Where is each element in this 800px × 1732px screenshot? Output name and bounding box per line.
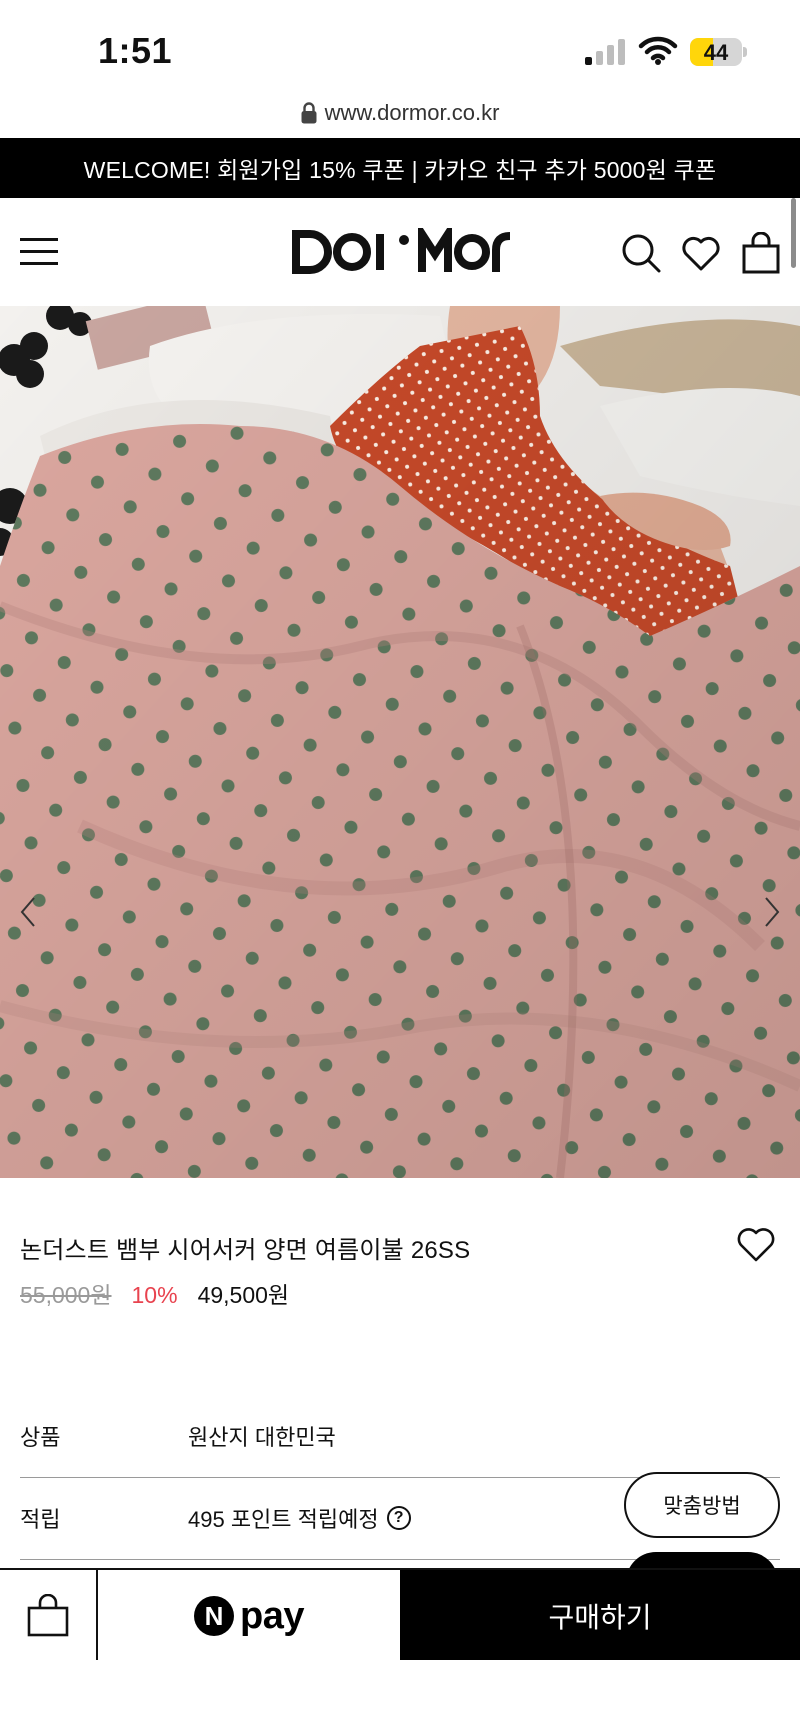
shopping-bag-icon[interactable] [740, 232, 782, 274]
status-time: 1:51 [98, 30, 173, 71]
product-title: 논더스트 뱀부 시어서커 양면 여름이불 26SS [20, 1237, 471, 1264]
battery-icon: 44 [690, 38, 747, 66]
help-icon[interactable]: ? [386, 1506, 411, 1530]
final-price: 49,500원 [197, 1282, 290, 1308]
info-label: 적립 [20, 1507, 61, 1532]
info-row-product: 상품 원산지 대한민국 [20, 1396, 780, 1478]
promo-banner[interactable]: WELCOME! 회원가입 15% 쿠폰 | 카카오 친구 추가 5000원 쿠… [0, 138, 800, 198]
product-image[interactable] [0, 306, 800, 1178]
cellular-signal-icon [585, 39, 625, 65]
lock-icon [301, 102, 317, 124]
next-image-arrow-icon[interactable] [760, 894, 784, 930]
site-header [0, 198, 800, 306]
fit-guide-button[interactable]: 맞춤방법 [624, 1472, 780, 1538]
wishlist-heart-icon[interactable] [736, 1226, 776, 1264]
heart-icon[interactable] [680, 232, 722, 274]
discount-rate: 10% [131, 1282, 178, 1308]
scroll-indicator [791, 198, 796, 268]
fit-guide-label: 맞춤방법 [663, 1495, 741, 1518]
status-bar: 1:51 44 [0, 0, 800, 100]
info-label: 상품 [20, 1425, 61, 1450]
cart-button[interactable] [0, 1570, 98, 1662]
bottom-purchase-bar: N pay 구매하기 [0, 1568, 800, 1662]
home-indicator-area [0, 1660, 800, 1732]
battery-level: 44 [703, 40, 729, 65]
naver-pay-button[interactable]: N pay [98, 1570, 400, 1662]
info-value: 495 포인트 적립예정 [188, 1507, 379, 1532]
prev-image-arrow-icon[interactable] [16, 894, 40, 930]
price-row: 55,000원 10% 49,500원 [20, 1276, 289, 1310]
naver-pay-label: pay [240, 1594, 304, 1637]
original-price: 55,000원 [20, 1282, 112, 1308]
dormor-logo[interactable] [292, 228, 512, 276]
wifi-icon [638, 36, 678, 65]
info-value: 원산지 대한민국 [188, 1425, 336, 1450]
url-text: www.dormor.co.kr [324, 100, 500, 125]
buy-button[interactable]: 구매하기 [400, 1570, 800, 1662]
pink-polka-dot-duvet-photo [0, 306, 800, 1178]
url-bar[interactable]: www.dormor.co.kr [0, 100, 800, 138]
shopping-bag-icon [27, 1594, 69, 1637]
naver-pay-logo-icon: N [194, 1596, 234, 1636]
search-icon[interactable] [620, 232, 662, 274]
menu-icon[interactable] [20, 238, 58, 266]
buy-button-label: 구매하기 [548, 1602, 652, 1633]
promo-banner-text: WELCOME! 회원가입 15% 쿠폰 | 카카오 친구 추가 5000원 쿠… [83, 157, 717, 183]
